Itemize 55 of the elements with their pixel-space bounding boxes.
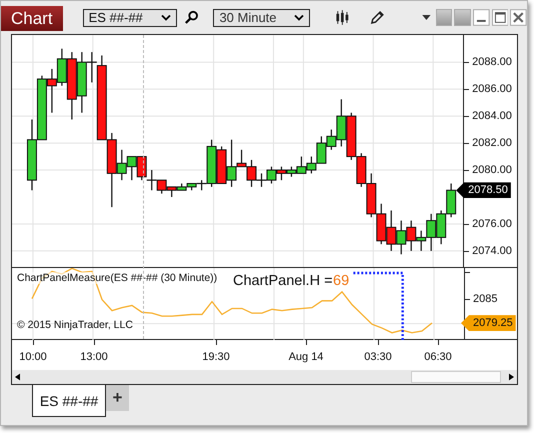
price-axis-label: 2076.00 bbox=[472, 217, 512, 232]
chevron-down-icon bbox=[160, 14, 171, 21]
price-axis-label: 2080.00 bbox=[472, 163, 512, 178]
candle bbox=[136, 156, 147, 180]
scroll-left-icon[interactable] bbox=[15, 373, 20, 381]
candle bbox=[26, 119, 37, 190]
candle bbox=[396, 220, 406, 254]
indicator-value-marker: 2079.25 bbox=[461, 315, 516, 332]
candle bbox=[346, 112, 356, 160]
caret-down-icon[interactable] bbox=[422, 15, 431, 20]
search-icon[interactable] bbox=[184, 10, 198, 25]
time-axis-label: 03:30 bbox=[363, 350, 393, 364]
window-title: Chart bbox=[1, 6, 63, 31]
copyright-text: © 2015 NinjaTrader, LLC bbox=[17, 319, 133, 331]
candlestick-icon[interactable] bbox=[334, 10, 350, 25]
candle bbox=[146, 170, 157, 190]
tab[interactable]: ES ##-## bbox=[32, 385, 106, 417]
scroll-right-icon[interactable] bbox=[509, 373, 514, 381]
tab[interactable]: + bbox=[106, 385, 129, 411]
candle bbox=[156, 180, 167, 194]
candle bbox=[366, 173, 376, 218]
candle bbox=[276, 166, 286, 180]
price-axis-label: 2086.00 bbox=[472, 82, 512, 98]
measure-label: ChartPanel.H = bbox=[233, 273, 333, 289]
measure-bracket bbox=[353, 271, 405, 340]
last-price-marker: 2078.50 bbox=[456, 182, 511, 198]
time-axis-label: 06:30 bbox=[423, 350, 453, 364]
instrument-dropdown[interactable]: ES ##-## bbox=[82, 8, 177, 26]
price-axis-label: 2084.00 bbox=[472, 109, 512, 124]
candle bbox=[376, 204, 386, 244]
indicator-axis-label: 2085 bbox=[473, 292, 498, 307]
candle bbox=[216, 146, 227, 184]
candle bbox=[446, 184, 456, 218]
pencil-icon[interactable] bbox=[370, 10, 385, 25]
candle bbox=[356, 153, 366, 187]
time-axis-label: 19:30 bbox=[201, 350, 231, 364]
price-axis-label: 2082.00 bbox=[472, 136, 512, 152]
chevron-down-icon bbox=[294, 14, 304, 21]
time-axis-label: 13:00 bbox=[79, 350, 109, 364]
candle bbox=[126, 156, 137, 180]
minimize-icon[interactable] bbox=[473, 9, 490, 26]
candle bbox=[386, 210, 396, 251]
interval-dropdown[interactable]: 30 Minute bbox=[213, 8, 310, 26]
time-axis-label: Aug 14 bbox=[288, 350, 324, 364]
indicator-label: ChartPanelMeasure(ES ##-## (30 Minute)) bbox=[17, 272, 218, 284]
price-axis-label: 2088.00 bbox=[472, 55, 512, 70]
scrollbar-thumb[interactable] bbox=[411, 371, 501, 383]
close-icon[interactable] bbox=[510, 9, 527, 26]
time-axis-label: 10:00 bbox=[18, 350, 48, 364]
horizontal-scrollbar[interactable] bbox=[12, 370, 517, 384]
candle bbox=[266, 166, 276, 184]
measure-value: 69 bbox=[333, 273, 350, 289]
maximize-icon[interactable] bbox=[492, 9, 508, 26]
candle bbox=[436, 210, 446, 244]
price-axis-label: 2074.00 bbox=[472, 244, 512, 260]
